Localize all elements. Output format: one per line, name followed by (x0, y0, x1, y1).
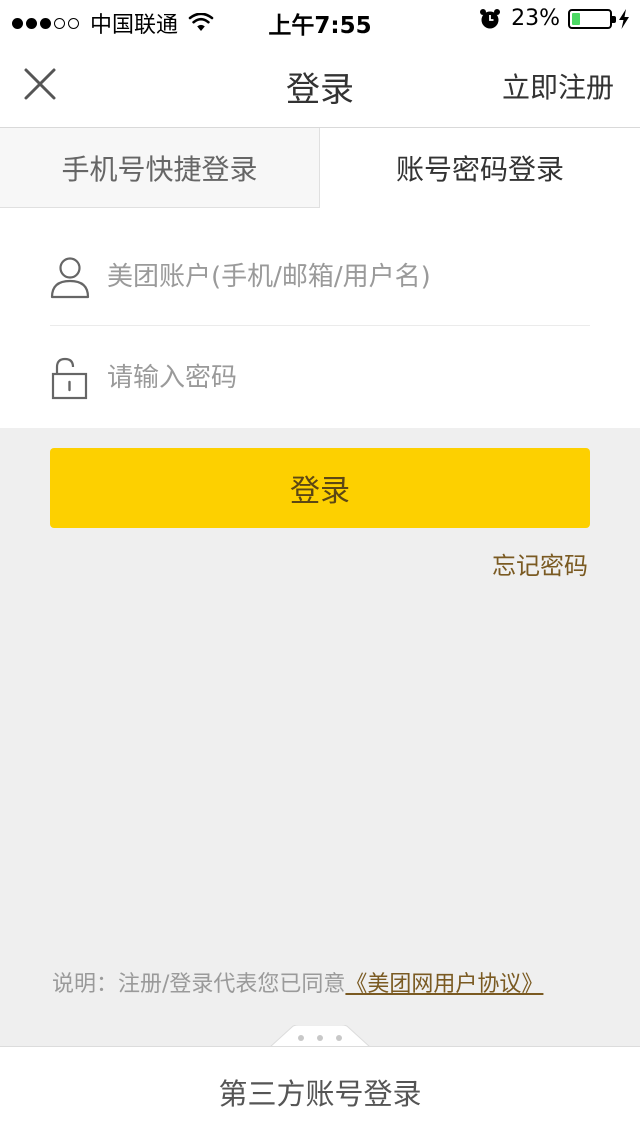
alarm-icon (480, 8, 501, 28)
agreement-text: 说明：注册/登录代表您已同意 (52, 972, 346, 997)
password-field-row (50, 328, 590, 428)
agreement-notice: 说明：注册/登录代表您已同意《美团网用户协议》 (52, 966, 612, 998)
account-input[interactable] (107, 261, 567, 292)
unlock-icon (51, 357, 88, 400)
forgot-password-link[interactable]: 忘记密码 (492, 546, 588, 581)
third-party-login-panel[interactable]: 第三方账号登录 (0, 1046, 640, 1136)
tab-account-password-login[interactable]: 账号密码登录 (320, 128, 640, 208)
login-method-tabs: 手机号快捷登录 账号密码登录 (0, 128, 640, 208)
more-dots-icon[interactable] (270, 1025, 370, 1047)
charging-icon (619, 8, 629, 29)
account-field-row (50, 228, 590, 326)
status-right: 23% (479, 6, 630, 31)
user-agreement-link[interactable]: 《美团网用户协议》 (345, 972, 543, 997)
battery-icon (568, 8, 616, 29)
password-input[interactable] (107, 363, 567, 393)
battery-percent: 23% (511, 6, 560, 31)
status-bar: 中国联通 上午7:55 23% (0, 0, 640, 40)
register-button[interactable]: 立即注册 (502, 66, 614, 106)
third-party-login-label: 第三方账号登录 (218, 1076, 422, 1111)
nav-bar: 登录 立即注册 (0, 40, 640, 128)
login-form (0, 208, 640, 428)
login-button[interactable]: 登录 (50, 448, 590, 528)
battery-level (572, 12, 580, 25)
user-icon (50, 256, 90, 298)
tab-phone-quick-login[interactable]: 手机号快捷登录 (0, 128, 320, 208)
